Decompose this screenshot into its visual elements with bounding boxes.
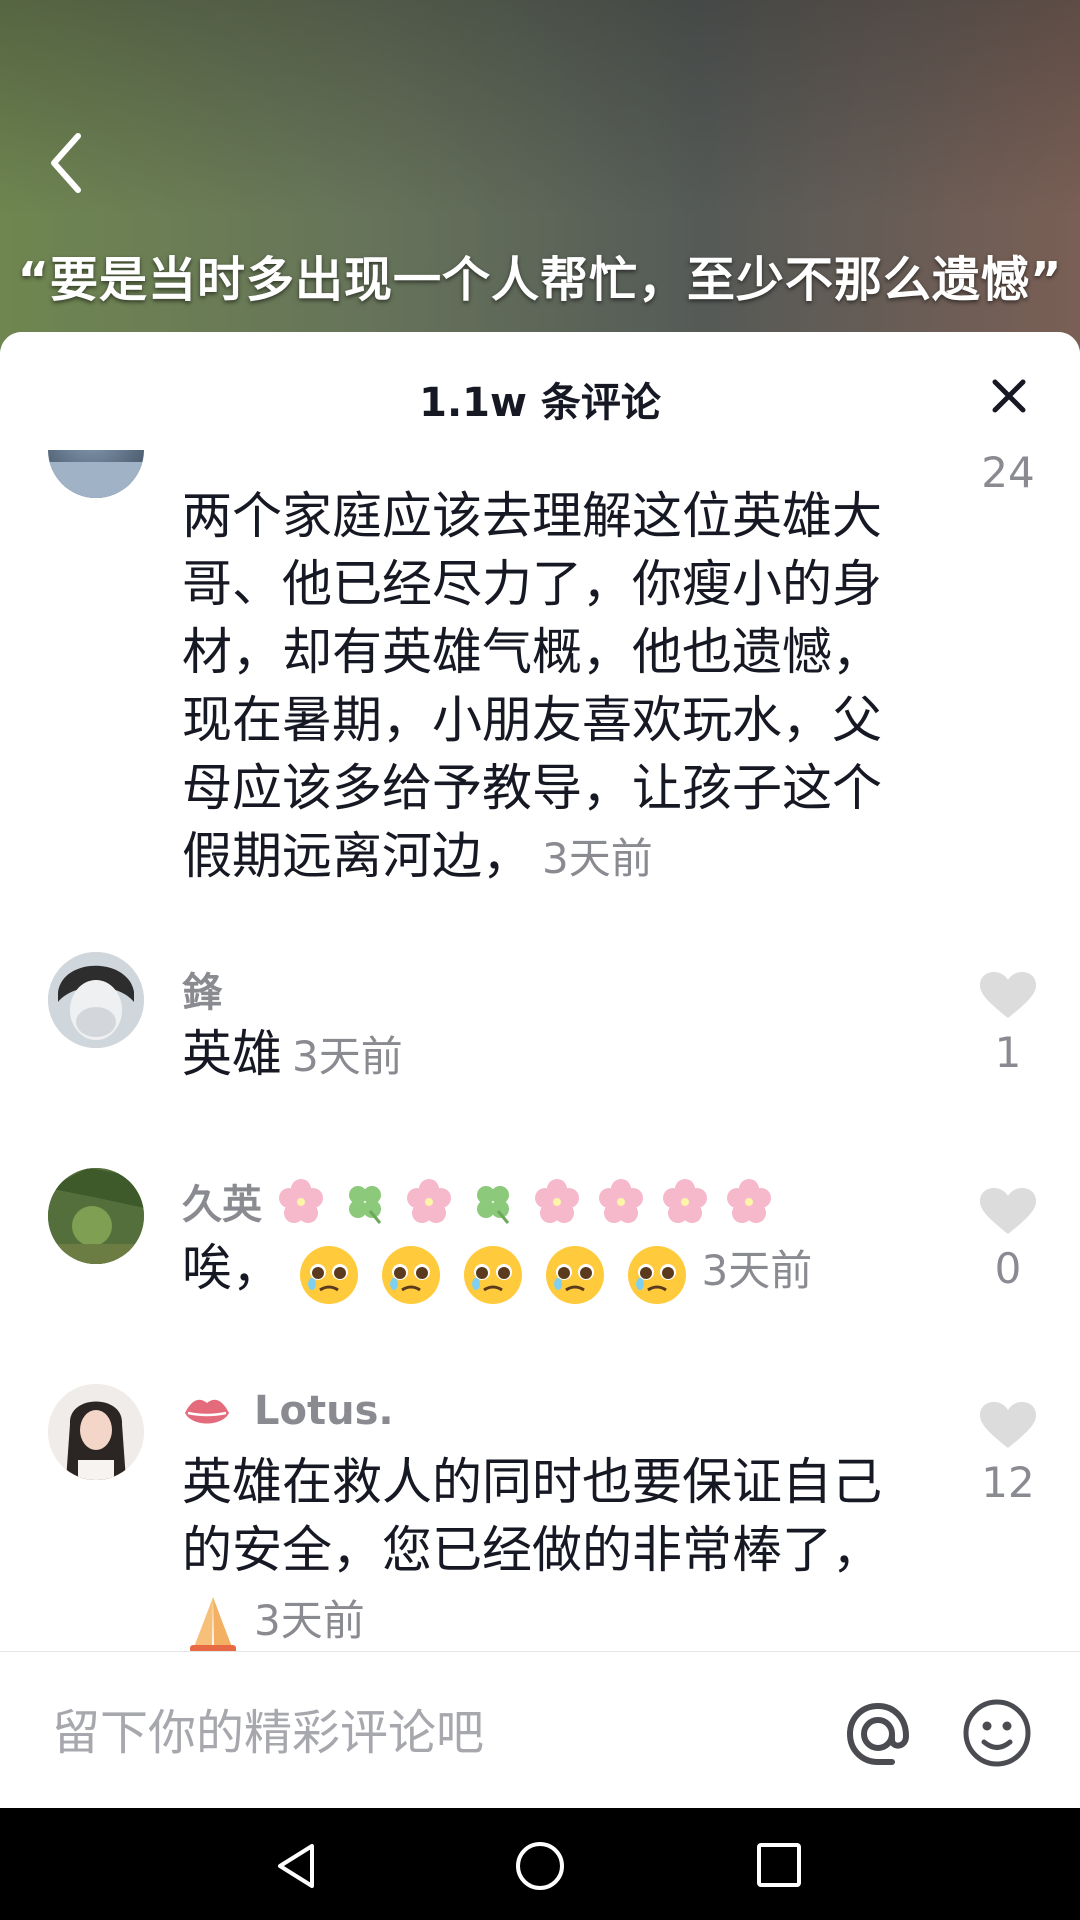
comment-text: 英雄 3天前 xyxy=(182,1020,922,1091)
like-button[interactable]: 1 xyxy=(978,972,1038,1077)
username-decoration xyxy=(276,1177,774,1237)
avatar[interactable] xyxy=(48,1168,144,1264)
cherry-blossom-icon xyxy=(406,1179,451,1223)
like-button[interactable]: 12 xyxy=(978,1402,1038,1507)
comment-time: 3天前 xyxy=(701,1246,813,1295)
praying-hands-icon xyxy=(190,1596,236,1653)
heart-icon xyxy=(980,1188,1036,1234)
comment-input[interactable] xyxy=(50,1697,814,1769)
comment-body: 两个家庭应该去理解这位英雄大哥、他已经尽力了，你瘦小的身材，却有英雄气概，他也遗… xyxy=(182,487,882,885)
comment-time: 3天前 xyxy=(254,1596,365,1645)
cherry-blossom-icon xyxy=(662,1179,707,1223)
cherry-blossom-icon xyxy=(726,1179,771,1223)
at-icon xyxy=(846,1702,910,1765)
emoji-button[interactable] xyxy=(962,1698,1032,1768)
comment-body: 英雄在救人的同时也要保证自己的安全，您已经做的非常棒了， xyxy=(182,1453,882,1579)
clover-icon xyxy=(348,1186,382,1224)
like-count: 12 xyxy=(981,1458,1035,1507)
avatar[interactable] xyxy=(48,952,144,1048)
heart-icon xyxy=(980,972,1036,1018)
avatar-image xyxy=(48,952,144,1048)
comment-time: 3天前 xyxy=(292,1032,403,1081)
pleading-face-icon xyxy=(299,1245,358,1304)
comment-text: 两个家庭应该去理解这位英雄大哥、他已经尽力了，你瘦小的身材，却有英雄气概，他也遗… xyxy=(182,482,922,893)
comment-emojis xyxy=(298,1237,692,1306)
comment-username: Lotus. xyxy=(182,1388,394,1435)
like-count: 1 xyxy=(994,1028,1022,1077)
lips-icon xyxy=(185,1399,229,1424)
pleading-face-icon xyxy=(627,1245,686,1304)
heart-icon xyxy=(980,1402,1036,1448)
nav-recent-icon xyxy=(757,1843,801,1887)
avatar-image xyxy=(48,1168,144,1264)
like-button[interactable]: 0 xyxy=(978,1188,1038,1293)
cherry-blossom-icon xyxy=(278,1179,323,1223)
username-text[interactable]: 久英 xyxy=(182,1182,262,1228)
comment-text: 唉， 3天前 xyxy=(182,1234,922,1306)
username-text[interactable]: Lotus. xyxy=(254,1388,394,1434)
back-arrow-icon xyxy=(51,133,81,193)
sheet-header: 1.1w 条评论 xyxy=(0,332,1080,450)
pleading-face-icon xyxy=(545,1245,604,1304)
nav-back-button[interactable] xyxy=(272,1840,324,1892)
mention-button[interactable] xyxy=(842,1698,914,1770)
nav-recent-button[interactable] xyxy=(756,1842,802,1888)
close-button[interactable] xyxy=(987,374,1031,418)
cherry-blossom-icon xyxy=(598,1179,643,1223)
like-count: 24 xyxy=(981,448,1035,497)
comment-username[interactable]: 鋒 xyxy=(182,960,222,1018)
pleading-face-icon xyxy=(463,1245,522,1304)
comment-body: 唉， xyxy=(182,1239,282,1297)
emoji-icon xyxy=(963,1699,1031,1767)
comment-text: 英雄在救人的同时也要保证自己的安全，您已经做的非常棒了， 3天前 xyxy=(182,1448,922,1655)
nav-back-icon xyxy=(278,1844,314,1888)
video-caption: “要是当时多出现一个人帮忙，至少不那么遗憾” xyxy=(17,252,1063,308)
avatar[interactable] xyxy=(48,1384,144,1480)
close-icon xyxy=(992,379,1026,413)
cherry-blossom-icon xyxy=(534,1179,579,1223)
comment-sheet: 两个家庭应该去理解这位英雄大哥、他已经尽力了，你瘦小的身材，却有英雄气概，他也遗… xyxy=(0,332,1080,1808)
comment-time: 3天前 xyxy=(542,834,653,883)
system-navigation-bar xyxy=(0,1808,1080,1920)
comment-count-title: 1.1w 条评论 xyxy=(419,380,661,426)
nav-home-button[interactable] xyxy=(514,1840,566,1892)
like-count: 0 xyxy=(994,1244,1022,1293)
comment-username: 久英 xyxy=(182,1172,774,1237)
pleading-face-icon xyxy=(381,1245,440,1304)
nav-home-icon xyxy=(516,1842,564,1890)
comment-input-bar xyxy=(0,1651,1080,1809)
avatar-image xyxy=(48,1384,144,1480)
comment-body: 英雄 xyxy=(182,1025,282,1083)
clover-icon xyxy=(476,1186,509,1224)
back-button[interactable] xyxy=(44,128,94,198)
